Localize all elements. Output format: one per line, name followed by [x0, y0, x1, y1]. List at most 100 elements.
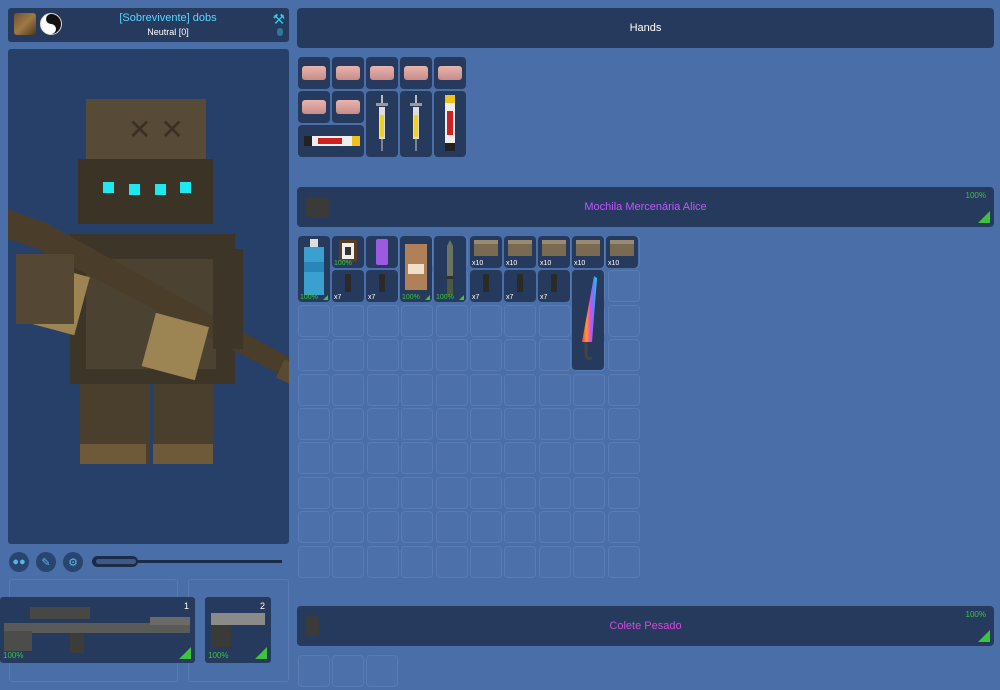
magazine-item[interactable]: x7 [332, 270, 364, 302]
inventory-cell[interactable] [607, 545, 640, 578]
inventory-cell[interactable] [607, 442, 640, 475]
inventory-cell[interactable] [401, 476, 434, 509]
bandage-item[interactable] [298, 57, 330, 89]
inventory-cell[interactable] [573, 511, 606, 544]
epipen-item[interactable] [434, 91, 466, 157]
inventory-cell[interactable] [366, 545, 399, 578]
magazine-item[interactable]: x7 [366, 270, 398, 302]
inventory-cell[interactable] [298, 476, 330, 509]
bandage-item[interactable] [332, 91, 364, 123]
inventory-cell[interactable] [538, 545, 571, 578]
brush-icon[interactable]: ✎ [36, 552, 56, 572]
ammo-box-item[interactable]: x10 [504, 236, 536, 268]
inventory-cell[interactable] [504, 476, 537, 509]
inventory-cell[interactable] [401, 511, 434, 544]
faction-avatar-icon[interactable] [14, 13, 36, 35]
inventory-cell[interactable] [366, 408, 399, 440]
inventory-cell[interactable] [538, 511, 571, 544]
zoom-slider-thumb[interactable] [96, 559, 136, 564]
inventory-cell[interactable] [401, 373, 434, 406]
inventory-cell[interactable] [366, 339, 399, 372]
inventory-cell[interactable] [401, 339, 434, 372]
inventory-cell[interactable] [470, 545, 502, 578]
inventory-cell[interactable] [298, 442, 330, 475]
ammo-box-item[interactable]: x10 [572, 236, 604, 268]
inventory-cell[interactable] [332, 408, 365, 440]
bandage-item[interactable] [434, 57, 466, 89]
inventory-cell[interactable] [538, 442, 571, 475]
backpack-bar[interactable]: Mochila Mercenária Alice 100% [297, 187, 994, 227]
magazine-item[interactable]: x7 [470, 270, 502, 302]
inventory-cell[interactable] [607, 304, 640, 337]
inventory-cell[interactable] [538, 476, 571, 509]
inventory-cell[interactable] [366, 442, 399, 475]
inventory-cell[interactable] [435, 442, 468, 475]
inventory-cell[interactable] [538, 408, 571, 440]
inventory-cell[interactable] [470, 408, 502, 440]
ammo-box-item[interactable]: x10 [538, 236, 570, 268]
water-bottle-item[interactable]: 100% [298, 236, 330, 302]
inventory-cell[interactable] [401, 442, 434, 475]
inventory-cell[interactable] [504, 373, 537, 406]
bandage-item[interactable] [332, 57, 364, 89]
inventory-cell[interactable] [538, 373, 571, 406]
magazine-item[interactable]: x7 [538, 270, 570, 302]
inventory-cell[interactable] [332, 545, 365, 578]
inventory-cell[interactable] [332, 304, 365, 337]
inventory-cell[interactable] [573, 545, 606, 578]
ammo-box-item[interactable]: x10 [606, 236, 638, 268]
inventory-cell[interactable] [435, 476, 468, 509]
inventory-cell[interactable] [435, 511, 468, 544]
inventory-cell[interactable] [332, 373, 365, 406]
inventory-cell[interactable] [504, 408, 537, 440]
battery-item[interactable]: 100% [332, 236, 364, 268]
inventory-cell[interactable] [607, 270, 640, 303]
inventory-cell[interactable] [298, 545, 330, 578]
inventory-cell[interactable] [573, 442, 606, 475]
inventory-cell[interactable] [504, 545, 537, 578]
bandage-item[interactable] [298, 91, 330, 123]
syringe-item[interactable] [400, 91, 432, 157]
inventory-cell[interactable] [470, 304, 502, 337]
inventory-cell[interactable] [470, 442, 502, 475]
inventory-cell[interactable] [332, 339, 365, 372]
inventory-cell[interactable] [298, 408, 330, 440]
inventory-cell[interactable] [366, 511, 399, 544]
ammo-box-item[interactable]: x10 [470, 236, 502, 268]
inventory-cell[interactable] [401, 545, 434, 578]
inventory-cell[interactable] [573, 373, 606, 406]
inventory-cell[interactable] [332, 476, 365, 509]
inventory-cell[interactable] [538, 339, 571, 372]
inventory-cell[interactable] [332, 511, 365, 544]
inventory-cell[interactable] [366, 373, 399, 406]
syringe-item[interactable] [366, 91, 398, 157]
inventory-cell[interactable] [504, 442, 537, 475]
inventory-cell[interactable] [607, 373, 640, 406]
inventory-cell[interactable] [435, 408, 468, 440]
umbrella-item[interactable] [572, 270, 604, 370]
bandage-item[interactable] [400, 57, 432, 89]
inventory-cell[interactable] [470, 339, 502, 372]
hammer-icon[interactable]: ⚒ [272, 11, 285, 28]
inventory-cell[interactable] [470, 476, 502, 509]
inventory-cell[interactable] [607, 339, 640, 372]
inventory-cell[interactable] [573, 476, 606, 509]
vest-bar[interactable]: Colete Pesado 100% [297, 606, 994, 646]
magazine-item[interactable]: x7 [504, 270, 536, 302]
primary-weapon-slot[interactable]: 1 100% [0, 597, 195, 663]
secondary-weapon-slot[interactable]: 2 100% [205, 597, 271, 663]
inventory-cell[interactable] [607, 408, 640, 440]
phone-item[interactable] [366, 236, 398, 268]
inventory-cell[interactable] [435, 373, 468, 406]
inventory-cell[interactable] [366, 655, 398, 687]
inventory-cell[interactable] [504, 304, 537, 337]
inventory-cell[interactable] [573, 408, 606, 440]
inventory-cell[interactable] [435, 545, 468, 578]
bandage-item[interactable] [366, 57, 398, 89]
inventory-cell[interactable] [470, 511, 502, 544]
inventory-cell[interactable] [332, 442, 365, 475]
inventory-cell[interactable] [401, 408, 434, 440]
inventory-cell[interactable] [607, 511, 640, 544]
inventory-cell[interactable] [366, 476, 399, 509]
inventory-cell[interactable] [435, 304, 468, 337]
